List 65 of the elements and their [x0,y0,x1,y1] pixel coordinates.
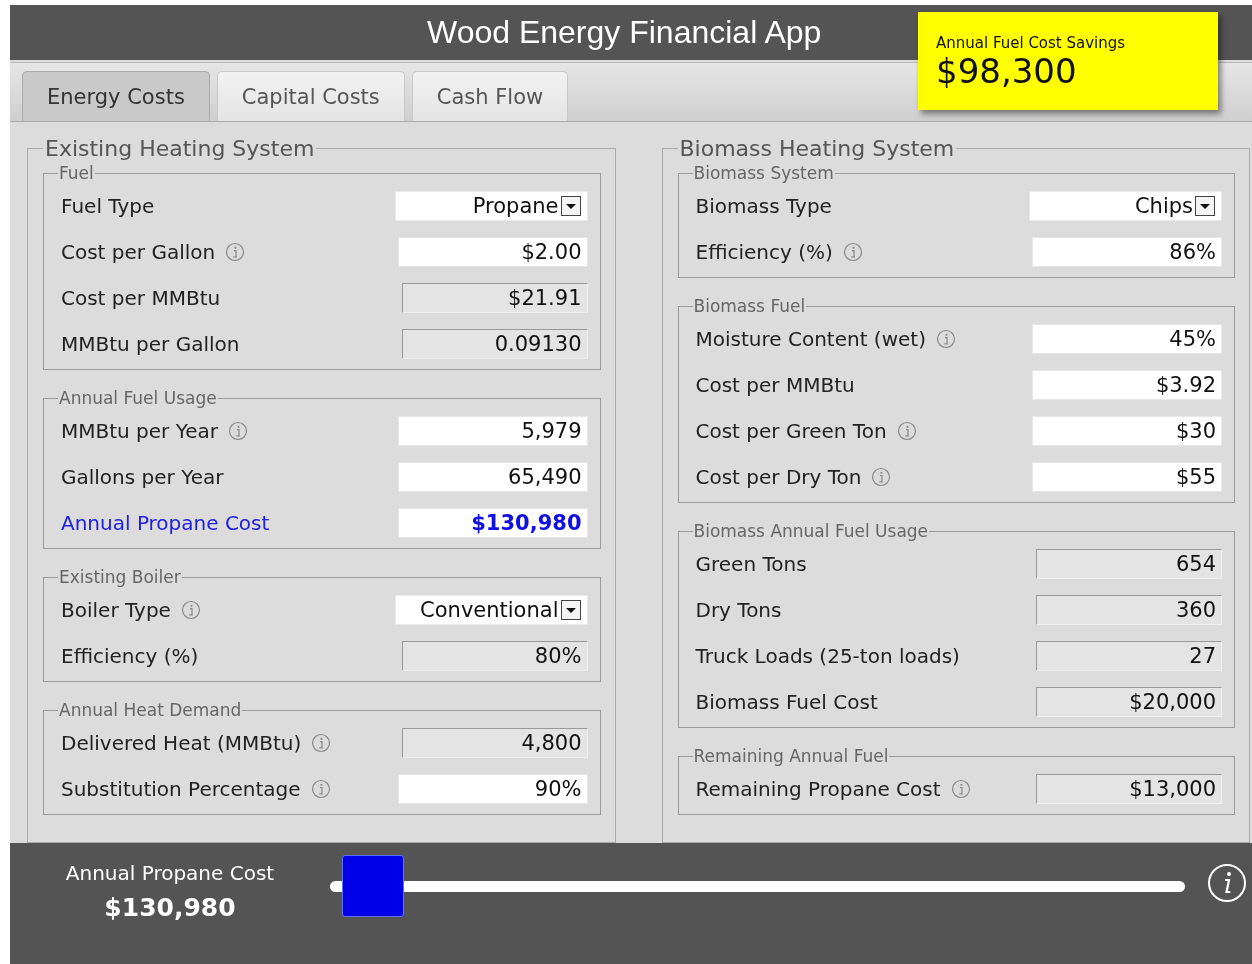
slider-label: Annual Propane Cost [65,861,275,885]
field-label: Truck Loads (25-ton loads) [695,644,960,668]
field-label: Fuel Type [61,194,155,218]
group-title: Existing Boiler [58,567,182,587]
field-label: Cost per Dry Ton [695,465,862,489]
input-field[interactable]: 45% [1032,324,1222,354]
section-title: Biomass Heating System [678,136,956,161]
readonly-field: 360 [1036,595,1222,625]
field-label: Dry Tons [695,598,782,622]
input-field[interactable]: $3.92 [1032,370,1222,400]
input-field[interactable]: 86% [1032,237,1222,267]
dropdown[interactable]: Conventional [394,595,588,625]
group-title: Fuel [58,163,95,183]
input-field[interactable]: $30 [1032,416,1222,446]
slider-value: $130,980 [104,893,236,922]
group-title: Biomass System [692,163,835,183]
field-label: Moisture Content (wet) [695,327,926,351]
savings-label: Annual Fuel Cost Savings [936,34,1127,52]
savings-value: $98,300 [936,52,1078,92]
dropdown[interactable]: Chips [1029,191,1222,221]
slider-thumb[interactable] [341,855,404,917]
input-field[interactable]: $55 [1032,462,1222,492]
field-label: Cost per Green Ton [695,419,887,443]
group-title: Remaining Annual Fuel [692,746,890,766]
input-field[interactable]: 5,979 [397,416,588,446]
field-label: Cost per Gallon [61,240,216,264]
field-label: MMBtu per Gallon [61,332,240,356]
section-title: Existing Heating System [44,136,316,161]
field-label: Biomass Type [695,194,832,218]
readonly-field: $21.91 [401,283,588,313]
field-label: Efficiency (%) [61,644,199,668]
readonly-field: 80% [401,641,588,671]
field-label: Efficiency (%) [695,240,833,264]
tab[interactable]: Capital Costs [216,71,405,121]
readonly-field: 27 [1036,641,1222,671]
field-label: Remaining Propane Cost [695,777,941,801]
readonly-field: 0.09130 [401,329,588,359]
group-title: Biomass Fuel [692,296,807,316]
readonly-field: 4,800 [401,728,588,758]
readonly-field: 654 [1036,549,1222,579]
field-label: Green Tons [695,552,807,576]
group-title: Biomass Annual Fuel Usage [692,521,930,541]
readonly-field: $20,000 [1036,687,1222,717]
window-title: Wood Energy Financial App [427,14,822,51]
input-field[interactable]: $130,980 [397,508,588,538]
tab[interactable]: Energy Costs [22,71,210,121]
field-label: Boiler Type [61,598,171,622]
slider-track[interactable] [330,880,1185,892]
field-label: Biomass Fuel Cost [695,690,878,714]
field-label: Annual Propane Cost [61,511,270,535]
input-field[interactable]: 90% [397,774,588,804]
group-title: Annual Heat Demand [58,700,243,720]
input-field[interactable]: $2.00 [397,237,588,267]
field-label: Substitution Percentage [61,777,301,801]
field-label: Cost per MMBtu [695,373,855,397]
tab[interactable]: Cash Flow [411,71,569,121]
field-label: Gallons per Year [61,465,224,489]
field-label: Delivered Heat (MMBtu) [61,731,302,755]
field-label: Cost per MMBtu [61,286,221,310]
field-label: MMBtu per Year [61,419,219,443]
group-title: Annual Fuel Usage [58,388,218,408]
input-field[interactable]: 65,490 [397,462,588,492]
dropdown[interactable]: Propane [394,191,588,221]
readonly-field: $13,000 [1036,774,1222,804]
slider[interactable] [330,855,1185,917]
